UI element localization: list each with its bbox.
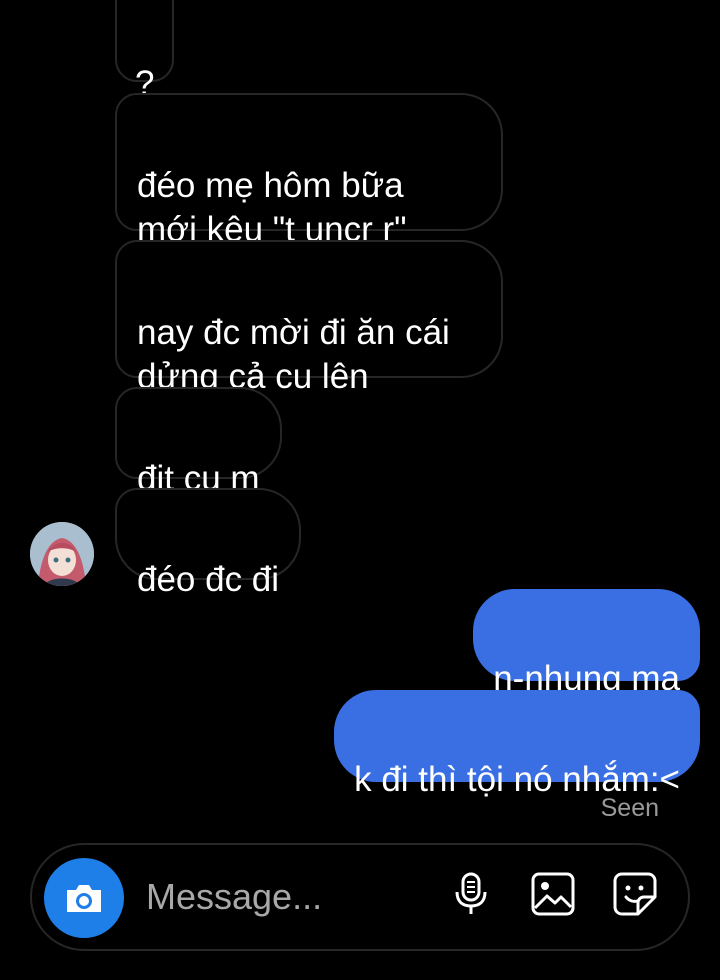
sticker-button[interactable] [610,869,660,919]
message-bubble-incoming[interactable]: đéo đc đi [115,488,302,599]
sticker-icon [613,872,657,916]
message-bubble-incoming[interactable]: ? [115,0,175,103]
sender-avatar[interactable] [30,522,94,586]
message-bubble-incoming[interactable]: nay đc mời đi ăn cái dửng cả cu lên [115,240,503,396]
image-icon [531,872,575,916]
camera-button[interactable] [44,858,124,938]
message-bubble-outgoing[interactable]: n-nhung ma [473,589,700,698]
message-bubble-incoming[interactable]: đéo mẹ hôm bữa mới kêu "t uncr r" [115,93,503,249]
voice-message-button[interactable] [446,869,496,919]
avatar-image [30,522,94,586]
microphone-icon [455,872,487,914]
message-text: đéo mẹ hôm bữa mới kêu "t uncr r" [137,166,407,249]
message-text: nay đc mời đi ăn cái dửng cả cu lên [137,313,450,396]
gallery-button[interactable] [528,869,578,919]
camera-icon [67,885,101,912]
message-bubble-outgoing[interactable]: k đi thì tội nó nhắm:< [334,690,700,799]
message-input[interactable] [146,873,426,921]
message-bubble-incoming[interactable]: địt cụ m [115,387,282,498]
seen-status: Seen [600,794,659,822]
message-text: đéo đc đi [137,560,280,599]
message-composer [30,843,690,951]
